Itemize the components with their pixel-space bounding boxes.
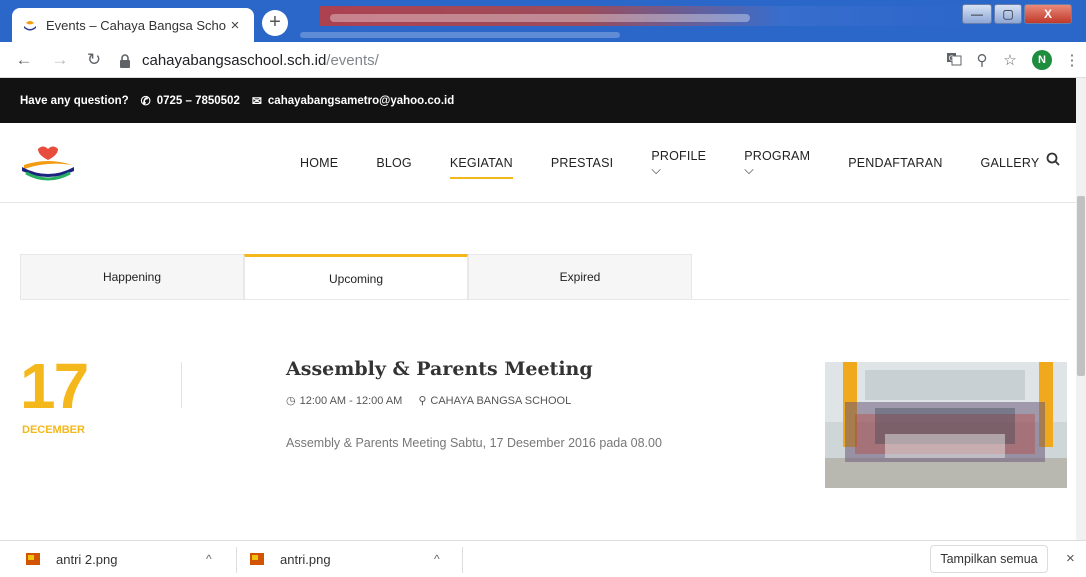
download-item[interactable]: antri.png ^ [250, 541, 450, 577]
new-tab-button[interactable]: + [262, 10, 288, 36]
image-file-icon [26, 553, 40, 565]
image-file-icon [250, 553, 264, 565]
download-separator [236, 547, 237, 573]
address-bar: ← → ↻ cahayabangsaschool.sch.id/events/ … [0, 42, 1086, 78]
download-separator [462, 547, 463, 573]
translate-icon[interactable]: G [944, 51, 964, 71]
show-all-downloads-button[interactable]: Tampilkan semua [930, 545, 1048, 573]
zoom-icon[interactable]: ⚲ [972, 51, 992, 69]
download-filename: antri 2.png [56, 551, 118, 567]
tabs-divider [20, 299, 1070, 300]
url-field[interactable]: cahayabangsaschool.sch.id/events/ [118, 47, 908, 74]
close-window-button[interactable]: X [1024, 4, 1072, 24]
reload-icon[interactable]: ↻ [84, 50, 104, 70]
event-title[interactable]: Assembly & Parents Meeting [286, 358, 593, 380]
chevron-up-icon[interactable]: ^ [434, 552, 440, 566]
tab-happening[interactable]: Happening [20, 254, 244, 300]
browser-titlebar: Events – Cahaya Bangsa School × + — ▢ X [0, 0, 1086, 42]
browser-tab[interactable]: Events – Cahaya Bangsa School × [12, 8, 254, 42]
menu-item-prestasi[interactable]: PRESTASI [551, 123, 614, 203]
school-favicon-icon [22, 17, 38, 33]
clock-icon: ◷ [286, 395, 296, 407]
envelope-icon: ✉ [251, 93, 262, 108]
download-filename: antri.png [280, 551, 331, 567]
svg-text:G: G [949, 55, 954, 63]
question-text: Have any question? [20, 94, 129, 107]
school-logo[interactable] [20, 143, 80, 183]
menu-item-home[interactable]: HOME [300, 123, 338, 203]
profile-avatar[interactable]: N [1032, 50, 1052, 70]
date-divider [181, 362, 182, 408]
menu-item-profile[interactable]: PROFILE ⌵ [651, 123, 706, 203]
download-item[interactable]: antri 2.png ^ [26, 541, 226, 577]
menu-item-blog[interactable]: BLOG [376, 123, 412, 203]
chevron-up-icon[interactable]: ^ [206, 552, 212, 566]
event-location: CAHAYA BANGSA SCHOOL [430, 394, 572, 407]
maximize-button[interactable]: ▢ [994, 4, 1022, 24]
event-tabs: Happening Upcoming Expired [20, 254, 692, 300]
phone-icon: ✆ [140, 93, 151, 108]
contact-topbar: Have any question? ✆ 0725 – 7850502 ✉ caha… [0, 78, 1076, 123]
phone-number[interactable]: 0725 – 7850502 [157, 95, 240, 107]
menu-item-gallery[interactable]: GALLERY [981, 123, 1040, 203]
event-photo[interactable] [825, 362, 1067, 488]
url-host: cahayabangsaschool.sch.id [142, 52, 327, 69]
download-bar: antri 2.png ^ antri.png ^ Tampilkan semu… [0, 540, 1086, 576]
back-arrow-icon[interactable]: ← [14, 50, 34, 70]
tab-upcoming[interactable]: Upcoming [244, 254, 468, 300]
event-description: Assembly & Parents Meeting Sabtu, 17 Des… [286, 436, 662, 450]
menu-item-program[interactable]: PROGRAM ⌵ [744, 123, 810, 203]
event-meta: ◷ 12:00 AM - 12:00 AM ⚲ CAHAYA BANGSA SCHO… [286, 394, 587, 408]
event-time: 12:00 AM - 12:00 AM [299, 394, 403, 407]
tab-title: Events – Cahaya Bangsa School [46, 17, 226, 33]
tab-expired[interactable]: Expired [468, 254, 692, 300]
site-header: HOME BLOG KEGIATAN PRESTASI PROFILE ⌵ PR… [0, 123, 1076, 203]
event-item: 17 DECEMBER Assembly & Parents Meeting ◷… [20, 350, 1070, 500]
titlebar-blur [300, 32, 620, 38]
event-day: 17 [20, 350, 89, 422]
url-path: /events/ [326, 52, 379, 69]
page-scrollbar[interactable] [1076, 78, 1086, 540]
main-menu: HOME BLOG KEGIATAN PRESTASI PROFILE ⌵ PR… [300, 123, 1077, 203]
menu-item-kegiatan[interactable]: KEGIATAN [449, 123, 513, 203]
tab-close-icon[interactable]: × [226, 17, 244, 34]
search-icon[interactable] [1046, 152, 1060, 166]
minimize-button[interactable]: — [962, 4, 992, 24]
lock-icon [120, 53, 130, 68]
forward-arrow-icon[interactable]: → [50, 50, 70, 70]
bookmark-star-icon[interactable]: ☆ [1000, 51, 1020, 69]
scrollbar-thumb[interactable] [1077, 196, 1085, 376]
menu-item-pendaftaran[interactable]: PENDAFTARAN [848, 123, 942, 203]
titlebar-blur [330, 14, 750, 22]
event-month: DECEMBER [22, 424, 85, 436]
location-pin-icon: ⚲ [418, 395, 427, 407]
email-address[interactable]: cahayabangsametro@yahoo.co.id [268, 95, 454, 107]
close-download-bar-icon[interactable]: × [1066, 550, 1075, 567]
more-menu-icon[interactable]: ⋮ [1062, 51, 1082, 69]
